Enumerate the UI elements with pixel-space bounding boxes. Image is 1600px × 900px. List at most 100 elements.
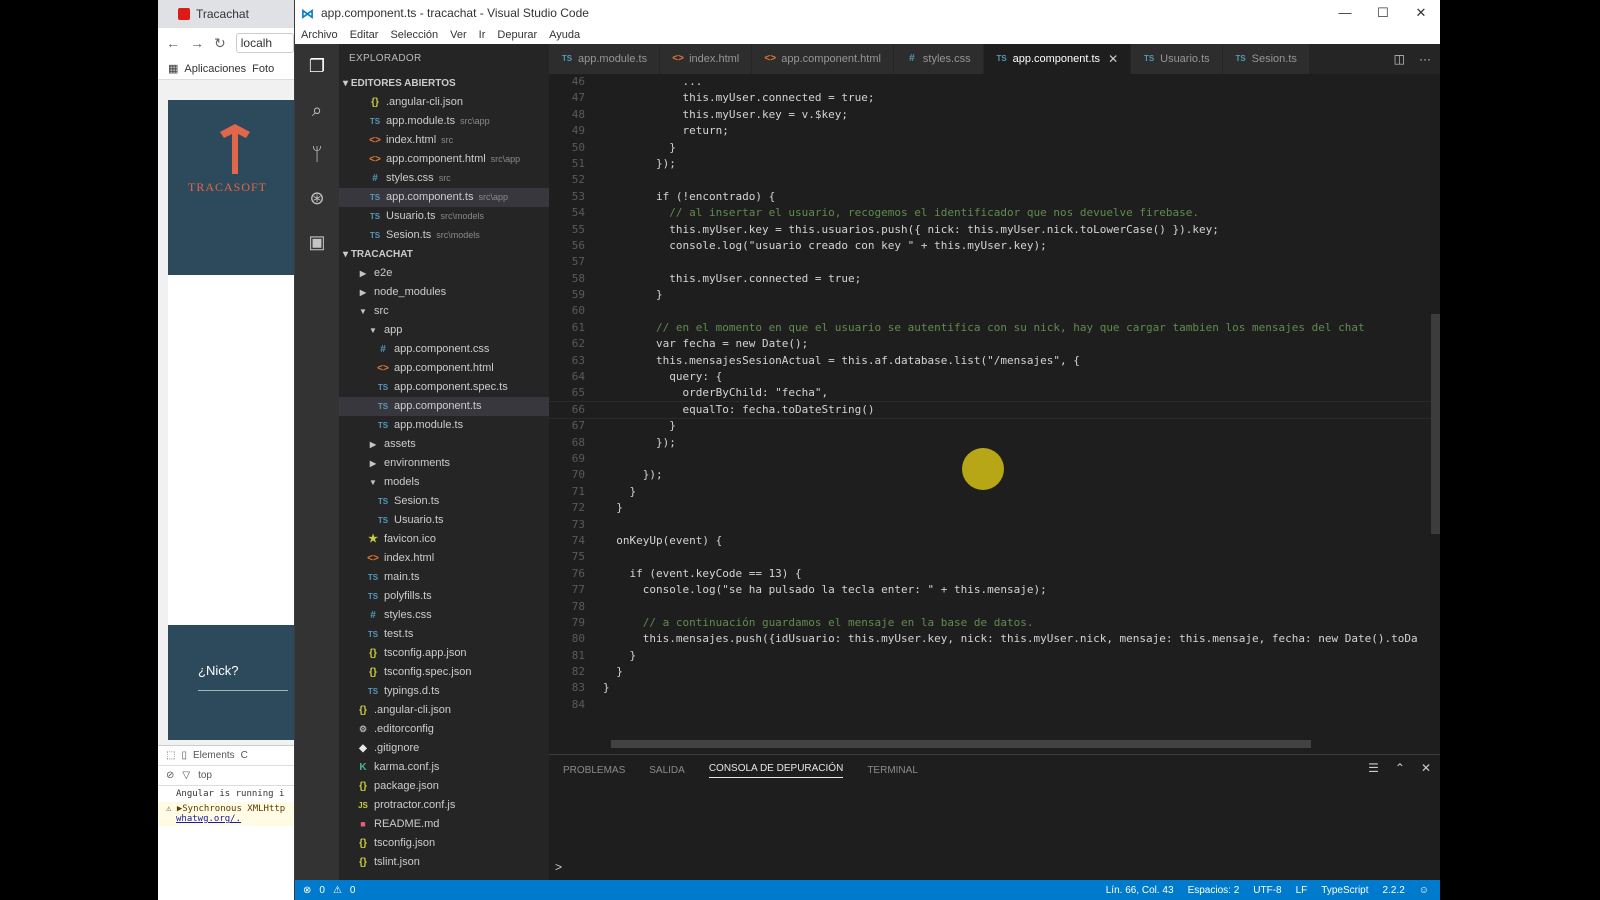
panel-tab[interactable]: CONSOLA DE DEPURACIÓN — [708, 763, 844, 778]
language-mode[interactable]: TypeScript — [1321, 885, 1368, 896]
end-of-line[interactable]: LF — [1296, 885, 1308, 896]
tree-file[interactable]: TS app.component.spec.ts — [339, 378, 549, 397]
tree-folder[interactable]: ▶ node_modules — [339, 283, 549, 302]
more-actions-icon[interactable]: ··· — [1419, 52, 1431, 66]
tree-file[interactable]: TS app.module.ts — [339, 416, 549, 435]
tree-file[interactable]: {} tsconfig.json — [339, 834, 549, 853]
open-editor-item[interactable]: TS Sesion.ts src\models — [339, 226, 549, 245]
close-panel-icon[interactable]: ✕ — [1421, 761, 1431, 775]
tree-file[interactable]: TS Usuario.ts — [339, 511, 549, 530]
menu-item[interactable]: Ir — [479, 29, 486, 41]
open-editor-item[interactable]: {} .angular-cli.json — [339, 93, 549, 112]
tree-file[interactable]: TS test.ts — [339, 625, 549, 644]
tree-file[interactable]: ⚙ .editorconfig — [339, 720, 549, 739]
open-editor-item[interactable]: # styles.css src — [339, 169, 549, 188]
editor-tab[interactable]: TS app.module.ts — [549, 44, 661, 74]
minimize-icon[interactable]: — — [1326, 0, 1364, 26]
open-editor-item[interactable]: TS app.module.ts src\app — [339, 112, 549, 131]
tree-file[interactable]: {} .angular-cli.json — [339, 701, 549, 720]
horizontal-scrollbar[interactable] — [611, 740, 1311, 748]
tab-close-icon[interactable]: ✕ — [1108, 44, 1118, 74]
debug-icon[interactable]: ⊛ — [295, 176, 339, 220]
panel-tab[interactable]: PROBLEMAS — [563, 765, 625, 776]
open-editor-item[interactable]: <> app.component.html src\app — [339, 150, 549, 169]
maximize-icon[interactable]: ☐ — [1364, 0, 1402, 26]
back-arrow-icon[interactable]: ← — [166, 35, 180, 51]
editor-tab[interactable]: TS Sesion.ts — [1222, 44, 1310, 74]
editor-tab[interactable]: # styles.css — [893, 44, 984, 74]
inspect-icon[interactable]: ⬚ — [166, 750, 175, 761]
nick-input[interactable]: ¿Nick? — [198, 663, 238, 678]
encoding[interactable]: UTF-8 — [1253, 885, 1281, 896]
bookmark-photos[interactable]: Foto — [252, 63, 274, 75]
filter-icon[interactable]: ▽ — [182, 770, 190, 781]
tree-file[interactable]: {} tslint.json — [339, 853, 549, 872]
chrome-tab[interactable]: Tracachat — [158, 0, 294, 28]
device-icon[interactable]: ▯ — [181, 750, 187, 761]
menu-item[interactable]: Depurar — [497, 29, 537, 41]
source-control-icon[interactable]: ᛘ — [295, 132, 339, 176]
tree-file[interactable]: TS app.component.ts — [339, 397, 549, 416]
extensions-icon[interactable]: ▣ — [295, 220, 339, 264]
split-editor-icon[interactable]: ◫ — [1394, 52, 1405, 66]
forward-arrow-icon[interactable]: → — [190, 35, 204, 51]
status-problems[interactable]: ⊗ 0 ⚠ 0 — [295, 885, 355, 896]
tree-file[interactable]: TS main.ts — [339, 568, 549, 587]
context-select[interactable]: top — [198, 770, 212, 781]
panel-tab[interactable]: SALIDA — [649, 765, 685, 776]
menu-item[interactable]: Ver — [450, 29, 467, 41]
devtools-tab-elements[interactable]: Elements — [193, 750, 235, 761]
open-editor-item[interactable]: TS app.component.ts src\app — [339, 188, 549, 207]
search-icon[interactable]: ⌕ — [295, 88, 339, 132]
ts-version[interactable]: 2.2.2 — [1383, 885, 1405, 896]
tree-file[interactable]: Kkarma.conf.js — [339, 758, 549, 777]
tree-file[interactable]: # styles.css — [339, 606, 549, 625]
clear-console-icon[interactable]: ⊘ — [166, 770, 174, 781]
code-editor[interactable]: 46 ... 47 this.myUser.connected = true; 48… — [549, 74, 1440, 754]
tree-file[interactable]: TS polyfills.ts — [339, 587, 549, 606]
tree-file[interactable]: <> app.component.html — [339, 359, 549, 378]
editor-tab[interactable]: TS Usuario.ts — [1131, 44, 1223, 74]
open-editor-item[interactable]: <> index.html src — [339, 131, 549, 150]
tree-file[interactable]: ★ favicon.ico — [339, 530, 549, 549]
editor-tab[interactable]: TS app.component.ts ✕ — [983, 44, 1132, 74]
editor-tab[interactable]: <> index.html — [660, 44, 753, 74]
tree-file[interactable]: ◆ .gitignore — [339, 739, 549, 758]
warning-link[interactable]: whatwg.org/. — [166, 814, 286, 824]
address-bar[interactable]: localh — [235, 33, 294, 53]
tree-file[interactable]: JS protractor.conf.js — [339, 796, 549, 815]
tree-folder[interactable]: ▼ src — [339, 302, 549, 321]
cursor-position[interactable]: Lín. 66, Col. 43 — [1106, 885, 1174, 896]
open-editor-item[interactable]: TS Usuario.ts src\models — [339, 207, 549, 226]
panel-tab[interactable]: TERMINAL — [867, 765, 918, 776]
reload-icon[interactable]: ↻ — [214, 35, 226, 52]
tree-folder[interactable]: ▼ models — [339, 473, 549, 492]
tree-folder[interactable]: ▶ environments — [339, 454, 549, 473]
tree-file[interactable]: <> index.html — [339, 549, 549, 568]
tree-file[interactable]: {} package.json — [339, 777, 549, 796]
tree-folder[interactable]: ▶ e2e — [339, 264, 549, 283]
maximize-panel-icon[interactable]: ⌃ — [1395, 761, 1405, 775]
tree-file[interactable]: TS Sesion.ts — [339, 492, 549, 511]
vertical-scrollbar[interactable] — [1431, 314, 1440, 534]
open-editors-header[interactable]: ▾ EDITORES ABIERTOS — [339, 74, 549, 93]
project-header[interactable]: ▾ TRACACHAT — [339, 245, 549, 264]
tree-folder[interactable]: ▼ app — [339, 321, 549, 340]
feedback-smiley-icon[interactable]: ☺ — [1419, 885, 1429, 896]
menu-item[interactable]: Ayuda — [549, 29, 580, 41]
debug-console-prompt[interactable]: > — [555, 860, 562, 874]
tree-file[interactable]: TS typings.d.ts — [339, 682, 549, 701]
bookmark-apps[interactable]: Aplicaciones — [184, 63, 246, 75]
tree-file[interactable]: # app.component.css — [339, 340, 549, 359]
explorer-files-icon[interactable]: ❐ — [295, 44, 339, 88]
devtools-tab-console[interactable]: C — [241, 750, 248, 761]
close-window-icon[interactable]: ✕ — [1402, 0, 1440, 26]
tree-file[interactable]: {} tsconfig.spec.json — [339, 663, 549, 682]
tree-file[interactable]: {} tsconfig.app.json — [339, 644, 549, 663]
editor-tab[interactable]: <> app.component.html — [752, 44, 894, 74]
clear-output-icon[interactable]: ☰ — [1368, 761, 1379, 775]
menu-item[interactable]: Editar — [350, 29, 379, 41]
indentation[interactable]: Espacios: 2 — [1188, 885, 1240, 896]
menu-item[interactable]: Selección — [390, 29, 438, 41]
tree-file[interactable]: ■ README.md — [339, 815, 549, 834]
